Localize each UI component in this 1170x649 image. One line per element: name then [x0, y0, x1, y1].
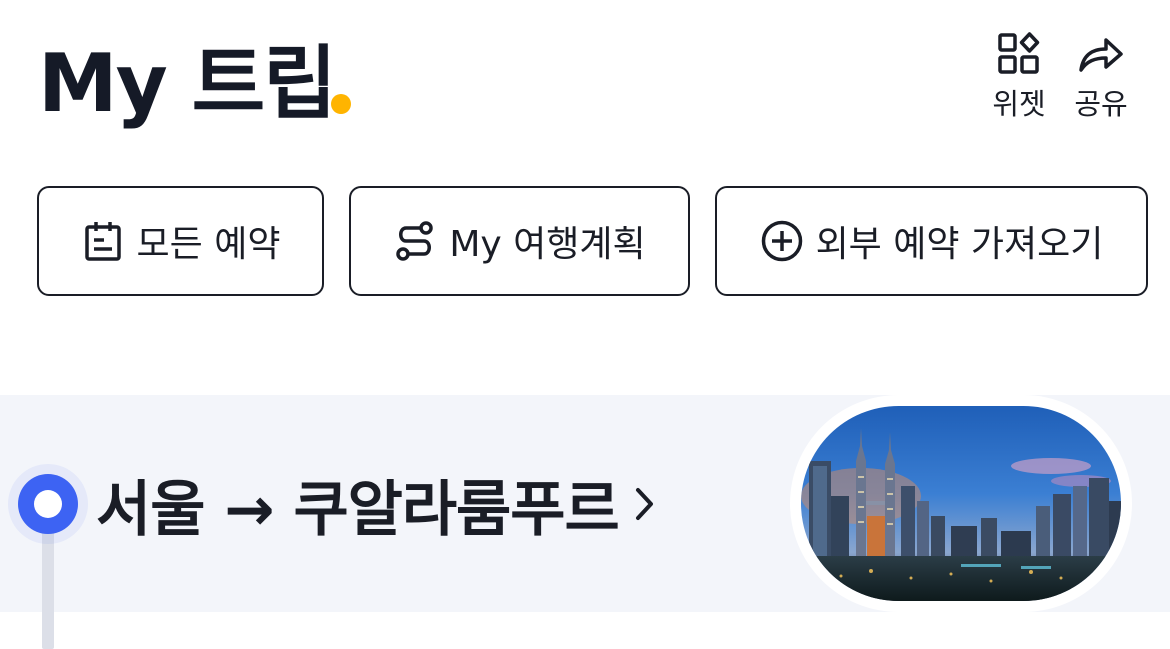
share-icon [1079, 38, 1123, 72]
share-label: 공유 [1074, 87, 1128, 121]
import-external-reservation-button[interactable]: 외부 예약 가져오기 [715, 186, 1148, 296]
title-accent-dot [331, 94, 351, 114]
share-button[interactable]: 공유 [1061, 30, 1141, 130]
import-external-reservation-label: 외부 예약 가져오기 [815, 224, 1104, 265]
chevron-right-icon [635, 488, 653, 520]
trip-route-link[interactable]: 서울 → 쿠알라룸푸르 [96, 466, 659, 545]
page-title: My 트립 [38, 37, 337, 130]
destination-image [801, 406, 1121, 601]
my-travel-plan-button[interactable]: My 여행계획 [349, 186, 690, 296]
clipboard-icon [84, 222, 121, 261]
all-reservations-button[interactable]: 모든 예약 [37, 186, 324, 296]
my-travel-plan-label: My 여행계획 [449, 224, 646, 265]
header: My 트립 위젯 공유 [0, 0, 1170, 160]
destination-image-frame[interactable] [790, 395, 1132, 612]
timeline-line [42, 520, 54, 649]
widget-button[interactable]: 위젯 [979, 30, 1059, 130]
trip-route-title: 서울 → 쿠알라룸푸르 [96, 474, 620, 545]
timeline-dot [18, 474, 78, 534]
all-reservations-label: 모든 예약 [136, 224, 281, 265]
plus-circle-icon [761, 220, 802, 262]
widget-icon [998, 32, 1040, 74]
widget-label: 위젯 [992, 87, 1046, 121]
route-icon [396, 221, 434, 261]
